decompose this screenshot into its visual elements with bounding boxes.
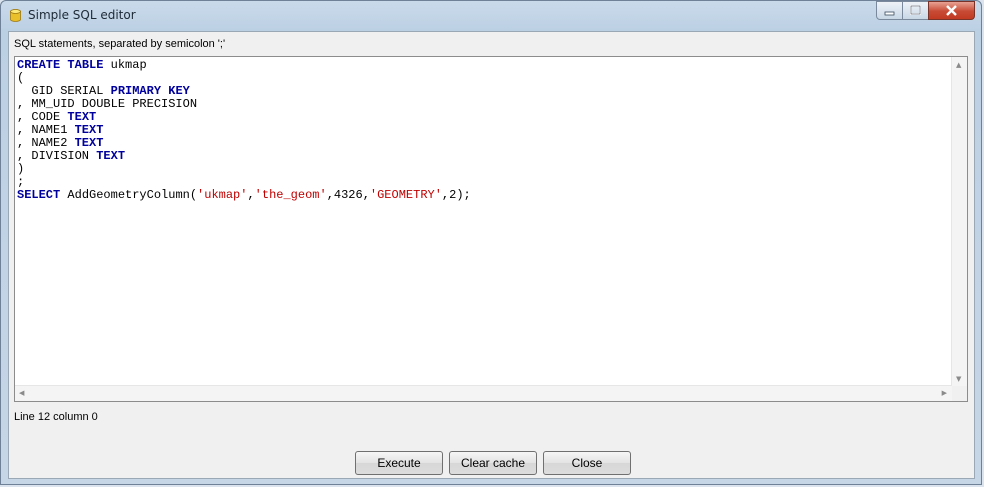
window-title: Simple SQL editor [28, 8, 136, 22]
scroll-down-icon[interactable]: ▼ [956, 375, 961, 383]
sql-text: ukmap [103, 58, 147, 72]
sql-keyword: SELECT [17, 188, 61, 202]
cursor-position: Line 12 column 0 [14, 411, 98, 423]
sql-text-area[interactable]: CREATE TABLE ukmap( GID SERIAL PRIMARY K… [14, 56, 968, 402]
sql-keyword: PRIMARY [110, 84, 162, 98]
sql-keyword: TEXT [74, 123, 104, 137]
close-button[interactable]: Close [543, 451, 631, 475]
title-bar[interactable]: Simple SQL editor [1, 1, 981, 31]
sql-editor-window: Simple SQL editor SQL statements, separa… [0, 0, 982, 485]
scroll-up-icon[interactable]: ▲ [956, 61, 961, 69]
vertical-scrollbar[interactable]: ▲ ▼ [951, 57, 967, 387]
maximize-button[interactable] [902, 1, 929, 20]
clear-cache-button[interactable]: Clear cache [449, 451, 537, 475]
sql-text: GID SERIAL [17, 84, 111, 98]
code-line: CREATE TABLE ukmap [17, 59, 471, 72]
scroll-left-icon[interactable]: ◀ [19, 389, 24, 397]
sql-text: , DIVISION [17, 149, 97, 163]
sql-text: ,2); [441, 188, 471, 202]
minimize-button[interactable] [876, 1, 903, 20]
sql-keyword: TEXT [96, 149, 126, 163]
close-icon [946, 5, 957, 16]
sql-text: ,4326, [326, 188, 370, 202]
sql-text: ; [17, 175, 25, 189]
window-close-button[interactable] [928, 1, 975, 20]
sql-keyword: KEY [168, 84, 190, 98]
maximize-icon [910, 5, 921, 15]
sql-keyword: CREATE [17, 58, 61, 72]
horizontal-scrollbar[interactable]: ◀ ▶ [15, 385, 952, 401]
sql-string: 'ukmap' [197, 188, 248, 202]
code-line: , DIVISION TEXT [17, 150, 471, 163]
sql-text: AddGeometryColumn( [60, 188, 198, 202]
code-line: ) [17, 163, 471, 176]
sql-text: ) [17, 162, 25, 176]
sql-code[interactable]: CREATE TABLE ukmap( GID SERIAL PRIMARY K… [17, 59, 471, 202]
code-line: SELECT AddGeometryColumn('ukmap','the_ge… [17, 189, 471, 202]
sql-text: , [247, 188, 255, 202]
sql-text: , NAME2 [17, 136, 75, 150]
sql-text: , MM_UID DOUBLE PRECISION [17, 97, 198, 111]
sql-text: , NAME1 [17, 123, 75, 137]
database-icon [10, 9, 21, 22]
scroll-right-icon[interactable]: ▶ [942, 389, 947, 397]
sql-text: ( [17, 71, 25, 85]
scrollbar-corner [952, 386, 967, 401]
sql-keyword: TABLE [67, 58, 104, 72]
client-area: SQL statements, separated by semicolon '… [8, 31, 975, 479]
sql-string: 'GEOMETRY' [369, 188, 442, 202]
execute-button[interactable]: Execute [355, 451, 443, 475]
sql-statements-label: SQL statements, separated by semicolon '… [14, 38, 226, 50]
sql-keyword: TEXT [74, 136, 104, 150]
sql-text: , CODE [17, 110, 68, 124]
minimize-icon [884, 11, 895, 16]
sql-keyword: TEXT [67, 110, 97, 124]
sql-string: 'the_geom' [254, 188, 327, 202]
